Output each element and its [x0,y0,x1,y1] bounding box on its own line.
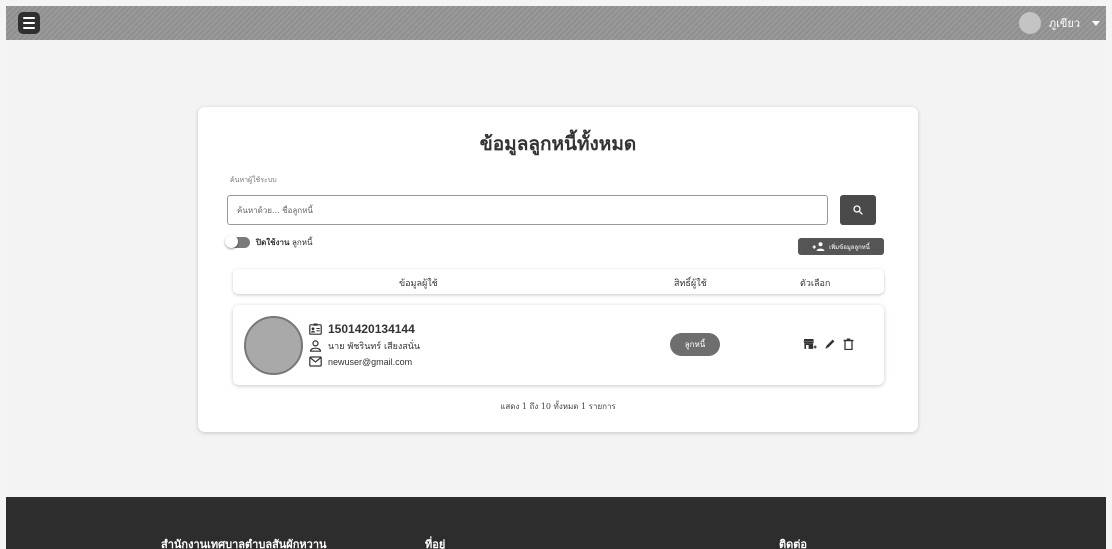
caret-down-icon [1092,20,1100,26]
top-navbar: ภูเขียว [6,6,1106,40]
column-header-user-info: ข้อมูลผู้ใช้ [399,279,438,289]
app-frame: ภูเขียว ข้อมูลลูกหนี้ทั้งหมด ค้นหาผู้ใช้… [6,6,1106,549]
search-input[interactable] [227,195,828,225]
toggle-label: ลูกหนี้ [292,238,313,247]
avatar [244,316,303,375]
table-header: ข้อมูลผู้ใช้ สิทธิ์ผู้ใช้ ตัวเลือก [233,269,884,294]
column-header-options: ตัวเลือก [800,279,831,289]
search-icon [853,205,863,215]
disabled-toggle-row: ปิดใช้งาน ลูกหนี้ [225,235,313,249]
role-badge: ลูกหนี้ [670,333,720,356]
table-row: 1501420134144 นาย พัชรินทร์ เสียงสนั่น n… [233,305,884,385]
user-fullname: นาย พัชรินทร์ เสียงสนั่น [328,342,421,352]
toggle-label-bold: ปิดใช้งาน [256,238,290,247]
id-number: 1501420134144 [328,322,415,336]
add-debtor-label: เพิ่มข้อมูลลูกหนี้ [829,243,870,251]
add-debtor-button[interactable]: เพิ่มข้อมูลลูกหนี้ [798,238,884,255]
page-title: ข้อมูลลูกหนี้ทั้งหมด [479,133,637,155]
footer-address-heading: ที่อยู่ [425,538,446,549]
row-actions [803,338,854,350]
person-icon [309,340,322,352]
mail-icon [309,356,322,367]
menu-icon[interactable] [18,12,40,34]
store-icon[interactable] [803,338,817,350]
footer-org-name: สำนักงานเทศบาลตำบลสันผักหวาน [161,538,327,549]
add-user-icon [812,242,825,251]
disabled-debtor-toggle[interactable] [225,235,250,248]
edit-icon[interactable] [824,338,836,350]
footer-contact-heading: ติดต่อ [779,538,808,549]
search-button[interactable] [840,195,876,225]
debtor-list-card: ข้อมูลลูกหนี้ทั้งหมด ค้นหาผู้ใช้ระบบ ปิด… [198,107,918,432]
pagination-info: แสดง 1 ถึง 10 ทั้งหมด 1 รายการ [500,402,616,411]
user-name: ภูเขียว [1048,17,1080,30]
footer: สำนักงานเทศบาลตำบลสันผักหวาน ที่อยู่ ติด… [6,497,1106,549]
column-header-role: สิทธิ์ผู้ใช้ [674,279,707,289]
delete-icon[interactable] [843,338,854,350]
user-info: 1501420134144 นาย พัชรินทร์ เสียงสนั่น n… [309,322,420,367]
user-menu[interactable]: ภูเขียว [1018,12,1100,34]
user-email: newuser@gmail.com [328,356,413,367]
id-card-icon [309,323,322,335]
user-avatar [1018,12,1041,34]
search-label: ค้นหาผู้ใช้ระบบ [230,176,277,184]
